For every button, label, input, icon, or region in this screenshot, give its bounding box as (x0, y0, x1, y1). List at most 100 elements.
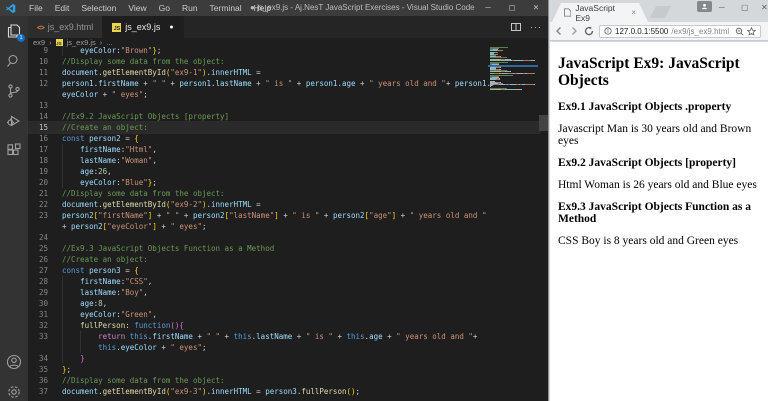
code-line-14[interactable]: 14//Ex9.2 JavaScript Objects [property] (28, 111, 540, 122)
line-number: 19 (28, 166, 48, 177)
code-line-28[interactable]: 28 firstName:"CSS", (28, 276, 540, 287)
editor-scrollbar[interactable] (539, 115, 548, 131)
code-line-33[interactable]: 33 return this.firstName + " " + this.la… (28, 331, 540, 342)
modified-dot-icon[interactable]: ● (169, 24, 173, 31)
menu-view[interactable]: View (122, 3, 152, 13)
minimap-current-line-marker (488, 65, 538, 67)
minimap-line (490, 73, 535, 74)
line-number: 21 (28, 188, 48, 199)
account-icon[interactable] (6, 354, 22, 370)
code-line-24[interactable]: 24 (28, 232, 540, 243)
source-control-icon[interactable] (6, 83, 22, 99)
code-text: document.getElementById("ex9-1").innerHT… (62, 67, 261, 78)
editor-tab-js_ex9.js[interactable]: JSjs_ex9.js● (103, 16, 183, 38)
code-line-29[interactable]: 29 lastName:"Boy", (28, 287, 540, 298)
code-text: document.getElementById("ex9-2").innerHT… (62, 199, 261, 210)
line-number: 27 (28, 265, 48, 276)
vscode-close-button[interactable]: ✕ (524, 0, 548, 16)
bookmark-star-icon[interactable] (747, 27, 756, 36)
code-line-19[interactable]: 19 age:26, (28, 166, 540, 177)
line-number: 35 (28, 364, 48, 375)
code-text: eyeColor:"Green", (62, 309, 157, 320)
settings-gear-icon[interactable] (6, 384, 22, 400)
code-line-21[interactable]: 21 //Display some data from the object: (28, 188, 540, 199)
code-line-13[interactable]: 13 (28, 100, 540, 111)
split-editor-icon[interactable] (511, 22, 521, 32)
search-icon[interactable] (6, 53, 22, 69)
reload-icon[interactable] (584, 26, 594, 36)
code-line-10[interactable]: 10 //Display some data from the object: (28, 56, 540, 67)
code-line-wrap[interactable]: this.eyeColor + " eyes"; (28, 342, 540, 353)
code-editor[interactable]: 9 eyeColor:"Brown"};10 //Display some dat… (28, 45, 540, 397)
new-tab-button[interactable] (650, 6, 671, 18)
menu-edit[interactable]: Edit (49, 3, 76, 13)
browser-maximize-button[interactable]: ▢ (741, 2, 749, 13)
section-text: Html Woman is 26 years old and Blue eyes (558, 179, 760, 191)
code-text: person2["firstName"] + " " + person2["la… (62, 210, 486, 221)
line-number (28, 221, 48, 232)
code-text: + person2["eyeColor"] + " eyes"; (62, 221, 207, 232)
address-bar[interactable]: 127.0.0.1:5500/ex9/js_ex9.html (599, 25, 761, 38)
line-number: 10 (28, 56, 48, 67)
code-text: //Ex9.3 JavaScript Objects Function as a… (62, 243, 274, 254)
zoom-icon[interactable] (735, 27, 744, 36)
code-text: lastName:"Woman", (62, 155, 157, 166)
extensions-icon[interactable] (6, 143, 22, 159)
menu-file[interactable]: File (23, 3, 49, 13)
page-content: JavaScript Ex9: JavaScript Objects Ex9.1… (550, 42, 768, 401)
code-text: lastName:"Boy", (62, 287, 148, 298)
code-line-35[interactable]: 35}; (28, 364, 540, 375)
code-line-11[interactable]: 11document.getElementById("ex9-1").inner… (28, 67, 540, 78)
more-actions-icon[interactable]: ··· (530, 22, 542, 32)
menu-go[interactable]: Go (153, 3, 176, 13)
code-text: //Display some data from the object: (62, 188, 225, 199)
code-text: const person3 = { (62, 265, 139, 276)
back-icon[interactable] (554, 26, 564, 36)
browser-tab[interactable]: JavaScript Ex9 × (552, 3, 648, 22)
editor-tab-js_ex9.html[interactable]: <>js_ex9.html (28, 16, 103, 38)
code-line-34[interactable]: 34 } (28, 353, 540, 364)
code-line-27[interactable]: 27 const person3 = { (28, 265, 540, 276)
code-line-18[interactable]: 18 lastName:"Woman", (28, 155, 540, 166)
code-line-26[interactable]: 26//Create an object: (28, 254, 540, 265)
code-line-12[interactable]: 12person1.firstName + " " + person1.last… (28, 78, 540, 89)
code-text: //Display some data from the object: (62, 56, 225, 67)
code-line-31[interactable]: 31 eyeColor:"Green", (28, 309, 540, 320)
vscode-maximize-button[interactable]: ▢ (500, 0, 524, 16)
code-line-37[interactable]: 37document.getElementById("ex9-3").inner… (28, 386, 540, 397)
profile-icon[interactable] (697, 1, 712, 12)
url-path: /ex9/js_ex9.html (671, 27, 729, 36)
run-debug-icon[interactable] (6, 113, 22, 129)
code-line-36[interactable]: 36//Display some data from the object: (28, 375, 540, 386)
code-line-16[interactable]: 16const person2 = { (28, 133, 540, 144)
forward-icon[interactable] (569, 26, 579, 36)
vscode-window: FileEditSelectionViewGoRunTerminalHelp ●… (0, 0, 548, 401)
code-text: this.eyeColor + " eyes"; (62, 342, 207, 353)
section-text: CSS Boy is 8 years old and Green eyes (558, 235, 760, 247)
menu-selection[interactable]: Selection (75, 3, 122, 13)
code-line-22[interactable]: 22document.getElementById("ex9-2").inner… (28, 199, 540, 210)
browser-minimize-button[interactable]: ─ (719, 2, 725, 13)
browser-close-button[interactable]: ✕ (761, 2, 768, 13)
code-line-20[interactable]: 20 eyeColor:"Blue"}; (28, 177, 540, 188)
info-icon[interactable] (604, 27, 612, 35)
vscode-minimize-button[interactable]: ─ (476, 0, 500, 16)
code-line-25[interactable]: 25//Ex9.3 JavaScript Objects Function as… (28, 243, 540, 254)
code-line-30[interactable]: 30 age:8, (28, 298, 540, 309)
tab-close-icon[interactable]: × (631, 8, 636, 17)
explorer-icon[interactable]: 1 (6, 23, 22, 39)
code-line-wrap[interactable]: + person2["eyeColor"] + " eyes"; (28, 221, 540, 232)
menu-run[interactable]: Run (176, 3, 204, 13)
code-text: document.getElementById("ex9-3").innerHT… (62, 386, 360, 397)
menubar: FileEditSelectionViewGoRunTerminalHelp (23, 3, 277, 13)
minimap-line (490, 60, 535, 61)
line-number: 12 (28, 78, 48, 89)
code-line-17[interactable]: 17 firstName:"Html", (28, 144, 540, 155)
code-line-23[interactable]: 23person2["firstName"] + " " + person2["… (28, 210, 540, 221)
code-line-32[interactable]: 32 fullPerson: function(){ (28, 320, 540, 331)
code-line-9[interactable]: 9 eyeColor:"Brown"}; (28, 45, 540, 56)
code-text: return this.firstName + " " + this.lastN… (62, 331, 477, 342)
menu-terminal[interactable]: Terminal (204, 3, 248, 13)
code-line-wrap[interactable]: eyeColor + " eyes"; (28, 89, 540, 100)
code-line-15[interactable]: 15//Create an object: (28, 122, 540, 133)
